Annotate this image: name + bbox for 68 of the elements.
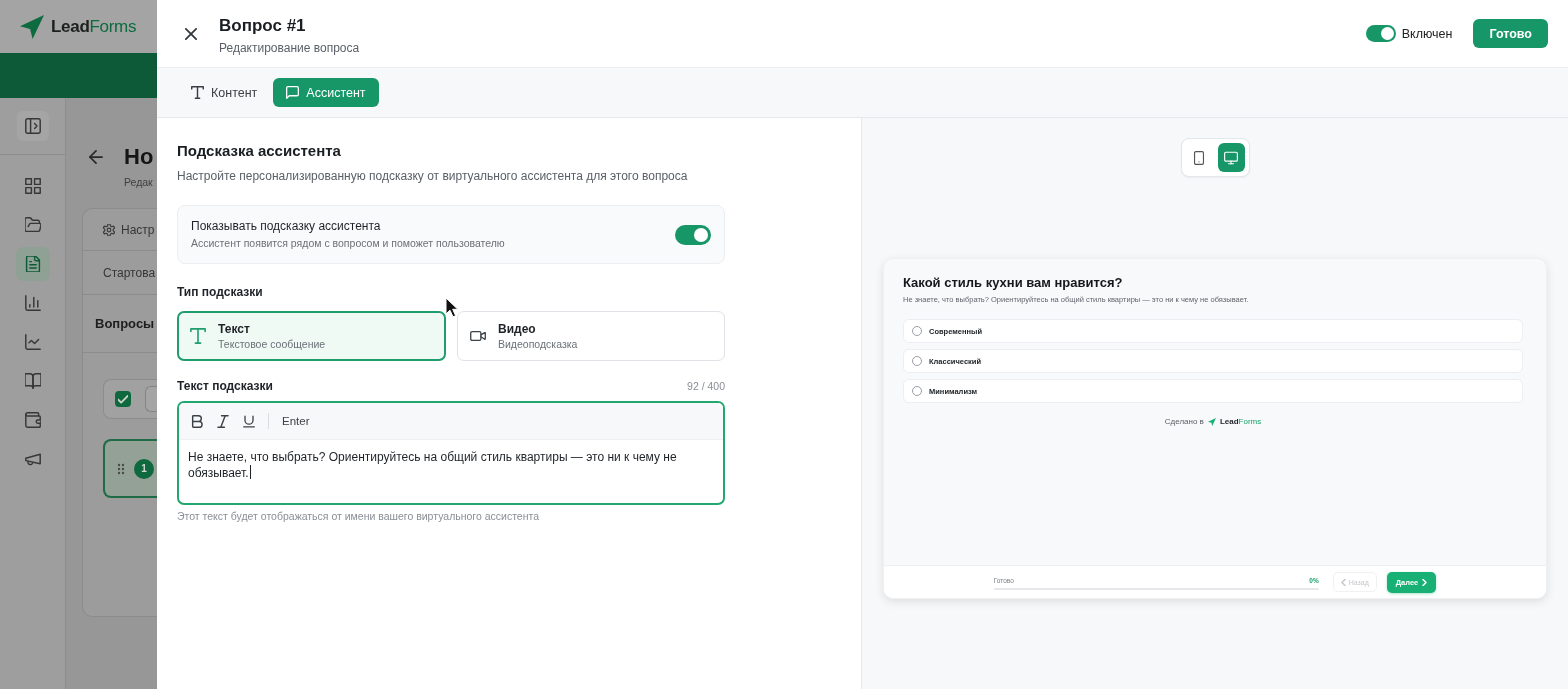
tab[interactable]: Контент <box>183 78 266 107</box>
mouse-pointer-icon <box>445 297 459 318</box>
hint-type-option[interactable]: Видео Видеоподсказка <box>457 311 725 361</box>
logo-text: LeadForms <box>51 16 137 37</box>
character-counter: 92 / 400 <box>687 379 725 394</box>
setting-description: Ассистент появится рядом с вопросом и поможет пользователю <box>191 236 506 250</box>
video-camera-icon <box>470 328 486 344</box>
done-button[interactable]: Готово <box>1473 19 1548 48</box>
enabled-toggle[interactable] <box>1365 25 1396 42</box>
question-number: 1 <box>134 458 154 479</box>
radio-button[interactable] <box>912 326 922 336</box>
input-field[interactable] <box>145 386 157 412</box>
grid-icon <box>24 178 41 194</box>
check-icon <box>118 394 128 404</box>
logo-icon <box>20 14 44 39</box>
enter-button[interactable]: Enter <box>278 415 314 427</box>
radio-button[interactable] <box>912 356 922 366</box>
drawer-title: Вопрос #1 <box>219 16 307 36</box>
logo-icon <box>1207 418 1216 426</box>
question-card[interactable]: 1 <box>103 439 157 498</box>
option-subtitle: Текстовое сообщение <box>218 337 326 351</box>
italic-icon[interactable] <box>217 414 229 428</box>
setting-label: Показывать подсказку ассистента <box>191 219 382 234</box>
text-cursor-icon <box>249 465 251 479</box>
book-icon <box>24 373 41 389</box>
smartphone-icon <box>1192 150 1206 165</box>
hint-text-field[interactable]: Не знаете, что выбрать? Ориентируйтесь на общий стиль квартиры — это ни к чему не обязывает. <box>179 440 723 503</box>
field-label: Текст подсказки <box>177 379 273 394</box>
chevron-left-icon <box>1340 578 1346 586</box>
checkbox[interactable] <box>115 391 131 407</box>
show-hint-toggle[interactable] <box>675 224 711 245</box>
option-title: Текст <box>218 321 251 337</box>
chevron-right-icon <box>1422 578 1428 586</box>
radio-button[interactable] <box>912 386 922 396</box>
text-icon <box>191 86 204 99</box>
drag-handle-icon[interactable] <box>117 462 125 475</box>
helper-text: Этот текст будет отображаться от имени вашего виртуального ассистента <box>177 510 541 523</box>
section-description: Настройте персонализированную подсказку от виртуального ассистента для этого вопроса <box>177 169 689 184</box>
question-title: Какой стиль кухни вам нравится? <box>903 275 1124 291</box>
sidebar-button[interactable] <box>15 247 50 281</box>
drawer-subtitle: Редактирование вопроса <box>219 41 360 56</box>
page-subtitle: Редак <box>124 176 154 189</box>
field-label: Тип подсказки <box>177 285 264 300</box>
tab[interactable]: Ассистент <box>273 78 379 107</box>
close-icon[interactable] <box>185 27 197 40</box>
line-chart-icon <box>24 334 41 350</box>
logo-text: LeadForms <box>1219 417 1262 427</box>
monitor-icon <box>1224 150 1238 165</box>
toggle-label: Включен <box>1401 26 1453 41</box>
document-icon <box>24 256 41 272</box>
bold-icon[interactable] <box>191 414 203 428</box>
folder-icon <box>24 217 41 233</box>
option-title: Видео <box>498 321 537 337</box>
section-title: Подсказка ассистента <box>177 142 342 160</box>
wallet-icon <box>24 412 41 428</box>
page-title: Но <box>124 144 154 170</box>
device-button[interactable] <box>1217 143 1245 172</box>
text-icon <box>190 328 206 344</box>
made-with-text: Сделано в <box>1164 417 1204 427</box>
underline-icon[interactable] <box>243 414 255 428</box>
hint-type-option[interactable]: Текст Текстовое сообщение <box>177 311 446 361</box>
panel-icon <box>24 118 41 134</box>
option-subtitle: Видеоподсказка <box>498 337 578 351</box>
message-icon <box>286 86 300 99</box>
sidebar-toggle-button[interactable] <box>16 111 49 141</box>
settings-icon <box>103 223 115 236</box>
megaphone-icon <box>24 451 41 467</box>
bar-chart-icon <box>24 295 41 311</box>
